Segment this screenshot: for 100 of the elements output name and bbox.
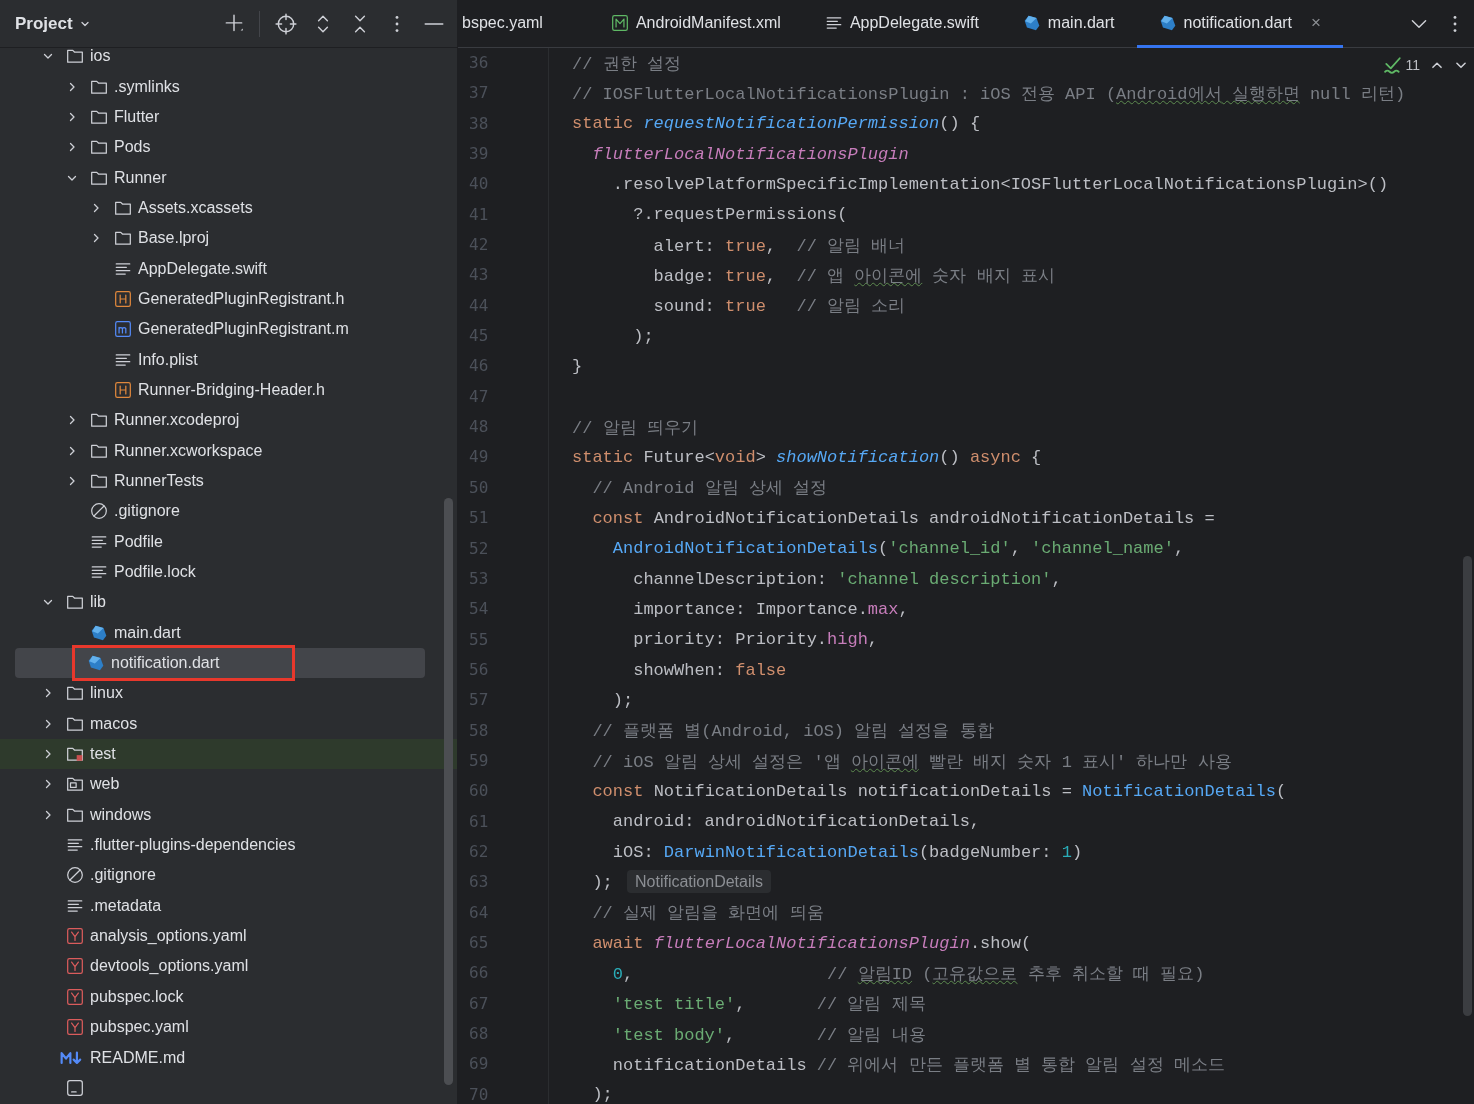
code-line: );: [611, 690, 634, 710]
folder-icon: [66, 47, 84, 66]
tree-item-label[interactable]: Info.plist: [138, 350, 198, 369]
tree-item-label[interactable]: ios: [90, 47, 111, 66]
tree-item-label[interactable]: Runner: [114, 168, 167, 187]
code-line: 0, // 알림ID (고유값으로 추후 취소할 때 필요): [611, 964, 1205, 985]
check-icon[interactable]: [1384, 56, 1403, 74]
folder-icon: [114, 229, 132, 248]
tree-item-label[interactable]: macos: [90, 714, 138, 733]
code-line: alert: true, // 알림 배너: [652, 235, 906, 257]
ignore-file-icon: [90, 502, 108, 521]
code-line: 'test body', // 알림 내용: [611, 1024, 926, 1046]
code-line: 'test title', // 알림 제목: [611, 994, 926, 1016]
tree-item-label[interactable]: Assets.xcassets: [138, 198, 253, 217]
code-line: sound: true // 알림 소리: [652, 296, 906, 318]
tree-item-label[interactable]: Flutter: [114, 107, 160, 126]
folder-icon: [66, 593, 84, 612]
code-line: .resolvePlatformSpecificImplementation<IOSFlutterLocalNotificationsPlugin>(): [611, 175, 1389, 195]
folder-icon: [90, 138, 108, 157]
tree-item-label[interactable]: Runner-Bridging-Header.h: [138, 380, 325, 399]
tree-item-label[interactable]: GeneratedPluginRegistrant.m: [138, 320, 349, 339]
code-line: AndroidNotificationDetails('channel_id', 'channel_name',: [611, 539, 1185, 559]
code-line: android: androidNotificationDetails,: [611, 812, 981, 832]
tree-item-label[interactable]: Podfile: [114, 532, 163, 551]
text-file-icon: [90, 563, 108, 581]
tree-item-label[interactable]: main.dart: [114, 623, 181, 642]
code-line: channelDescription: 'channel description',: [632, 569, 1062, 589]
tree-item-label[interactable]: GeneratedPluginRegistrant.h: [138, 289, 345, 308]
tree-item-label[interactable]: Podfile.lock: [114, 563, 196, 581]
code-line: const AndroidNotificationDetails androidNotificationDetails =: [591, 508, 1215, 528]
tree-item-label[interactable]: devtools_options.yaml: [90, 957, 249, 976]
tree-item-label[interactable]: .metadata: [90, 896, 162, 915]
header-file-icon: [114, 380, 132, 399]
editor-tab[interactable]: notification.dart ×: [1136, 0, 1343, 48]
inspection-count[interactable]: 11: [1405, 57, 1420, 73]
folder-icon: [66, 775, 84, 794]
tree-item-label[interactable]: test: [90, 745, 116, 764]
tree-item-label[interactable]: pubspec.yaml: [90, 1018, 189, 1037]
code-line: // 알림 띄우기: [572, 417, 698, 439]
close-button[interactable]: ×: [1311, 12, 1321, 33]
source-file-icon: [114, 320, 132, 339]
tree-item-label[interactable]: linux: [90, 684, 123, 703]
code-line: static requestNotificationPermission() {: [572, 114, 981, 134]
tree-item-label[interactable]: pubspec.lock: [90, 987, 184, 1006]
folder-icon: [66, 745, 84, 764]
code-line: importance: Importance.max,: [632, 599, 909, 619]
editor-tab[interactable]: AppDelegate.swift: [802, 0, 1001, 48]
tree-item-label[interactable]: notification.dart: [111, 654, 220, 673]
tree-item-label[interactable]: Runner.xcworkspace: [114, 441, 263, 460]
dart-icon: [87, 654, 105, 673]
code-line: );: [591, 1085, 613, 1104]
code-line: priority: Priority.high,: [632, 630, 879, 650]
tree-item-label[interactable]: .symlinks: [114, 77, 180, 96]
code-line: }: [572, 357, 583, 377]
folder-icon: [90, 411, 108, 430]
code-line: iOS: DarwinNotificationDetails(badgeNumber: 1): [611, 842, 1083, 862]
code-line: badge: true, // 앱 아이콘에 숫자 배지 표시: [652, 266, 1055, 288]
code-line: // 플랫폼 별(Android, iOS) 알림 설정을 통합: [591, 721, 994, 743]
tree-item-label[interactable]: AppDelegate.swift: [138, 259, 267, 278]
manifest-icon: [610, 13, 629, 32]
tree-item-label[interactable]: .gitignore: [114, 502, 180, 521]
panel-title[interactable]: Project: [15, 13, 73, 34]
tree-item-label[interactable]: Base.lproj: [138, 229, 210, 248]
tree-item-label[interactable]: RunnerTests: [114, 472, 204, 490]
code-line: // IOSFlutterLocalNotificationsPlugin : iOS 전용 API (Android에서 실행하면 null 리턴): [572, 84, 1406, 105]
code-line: const NotificationDetails notificationDetails = NotificationDetails(: [591, 781, 1287, 801]
code-line: );: [632, 326, 654, 346]
module-file-icon: [66, 1078, 84, 1097]
scrollbar[interactable]: [1463, 556, 1472, 1016]
code-line: showWhen: false: [632, 660, 787, 680]
code-line: await flutterLocalNotificationsPlugin.show(: [591, 933, 1032, 953]
folder-icon: [66, 684, 84, 703]
editor-tab[interactable]: main.dart: [1000, 0, 1137, 48]
yaml-file-icon: [66, 927, 84, 946]
tree-item-label[interactable]: .gitignore: [90, 866, 156, 885]
code-line: // iOS 알림 상세 설정은 '앱 아이콘에 빨란 배지 숫자 1 표시' 하나만 사용: [591, 751, 1232, 773]
yaml-file-icon: [66, 957, 84, 976]
folder-icon: [90, 472, 108, 490]
code-line: notificationDetails // 위에서 만든 플랫폼 별 통합 알림 설정 메소드: [611, 1055, 1225, 1076]
tree-item-label[interactable]: README.md: [90, 1048, 186, 1067]
tree-item-label[interactable]: web: [90, 775, 120, 794]
tree-item-label[interactable]: Pods: [114, 138, 151, 157]
tree-item-label[interactable]: windows: [90, 805, 152, 824]
code-line: ?.requestPermissions(: [632, 205, 848, 225]
code-line: flutterLocalNotificationsPlugin: [591, 144, 909, 164]
dart-icon: [1022, 13, 1041, 32]
editor-tab[interactable]: bspec.yaml: [458, 0, 589, 48]
tree-item-label[interactable]: lib: [90, 593, 106, 612]
editor-tab[interactable]: AndroidManifest.xml: [588, 0, 803, 48]
code-line: static Future<void> showNotification() async {: [572, 448, 1042, 468]
selected-tree-row[interactable]: notification.dart: [15, 647, 425, 679]
code-line: // 권한 설정: [572, 53, 681, 75]
yaml-file-icon: [66, 1018, 84, 1037]
tree-item-label[interactable]: analysis_options.yaml: [90, 927, 247, 946]
dart-icon: [90, 623, 108, 642]
dart-icon: [1158, 13, 1177, 32]
crosshair-icon[interactable]: [275, 12, 297, 35]
tree-item-label[interactable]: Runner.xcodeproj: [114, 411, 240, 430]
scrollbar[interactable]: [444, 498, 453, 1085]
tree-item-label[interactable]: .flutter-plugins-dependencies: [90, 836, 296, 855]
